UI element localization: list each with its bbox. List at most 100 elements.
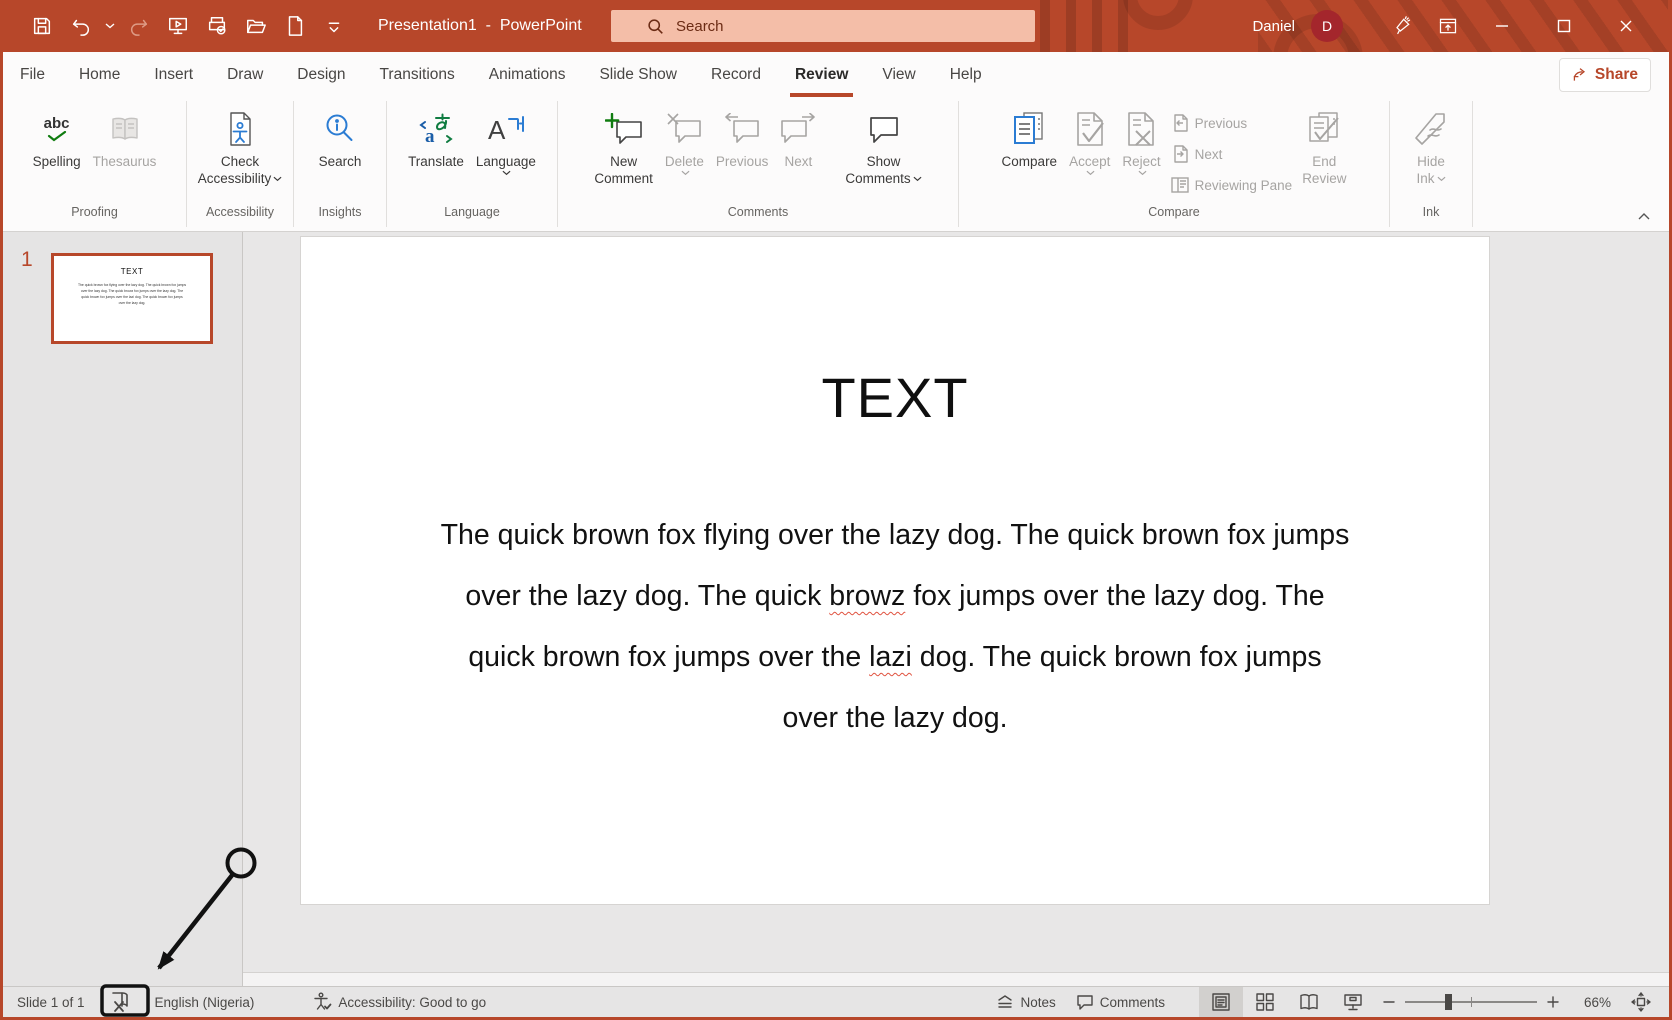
user-name[interactable]: Daniel — [1252, 18, 1295, 35]
slide-sorter-view-button[interactable] — [1243, 987, 1287, 1017]
language-indicator[interactable]: English (Nigeria) — [145, 987, 265, 1017]
reading-view-button[interactable] — [1287, 987, 1331, 1017]
text-run: over the lazy dog. — [119, 301, 146, 305]
open-file-icon[interactable] — [241, 11, 271, 41]
text-run: fox jumps over the lazy dog. The — [905, 580, 1324, 612]
tab-file[interactable]: File — [3, 52, 62, 97]
spell-check-button[interactable] — [95, 987, 145, 1017]
zoom-slider[interactable] — [1405, 1001, 1537, 1003]
language-button[interactable]: A Language — [470, 102, 542, 176]
slide-editing-area: TEXT The quick brown fox flying over the… — [243, 232, 1669, 986]
minimize-button[interactable] — [1471, 0, 1533, 52]
avatar[interactable]: D — [1311, 10, 1343, 42]
spelling-icon: abc — [44, 105, 70, 153]
quick-print-icon[interactable] — [202, 11, 232, 41]
end-review-icon — [1306, 105, 1342, 153]
share-icon — [1572, 67, 1588, 83]
document-title: Presentation1 - PowerPoint — [378, 0, 582, 52]
check-accessibility-icon — [224, 105, 256, 153]
whats-new-icon[interactable] — [1379, 0, 1425, 52]
slide-canvas[interactable]: TEXT The quick brown fox flying over the… — [300, 236, 1490, 905]
zoom-in-icon[interactable] — [1547, 996, 1559, 1008]
share-button[interactable]: Share — [1559, 58, 1651, 92]
new-comment-icon — [605, 105, 643, 153]
new-comment-button[interactable]: New Comment — [588, 102, 659, 187]
zoom-slider-midpoint — [1471, 997, 1472, 1007]
thumbnail-title: TEXT — [54, 267, 210, 276]
group-label-compare: Compare — [959, 205, 1389, 231]
titlebar-right: Daniel D — [1252, 0, 1657, 52]
thesaurus-icon — [109, 105, 141, 153]
normal-view-button[interactable] — [1199, 987, 1243, 1017]
search-placeholder: Search — [676, 18, 724, 35]
paragraph-line: over the lazy dog. — [63, 300, 201, 306]
text-run: quick brown fox jumps over the — [81, 295, 129, 299]
svg-text:a: a — [425, 126, 435, 146]
show-comments-button[interactable]: Show Comments — [839, 102, 927, 187]
slide-body-text[interactable]: The quick brown fox flying over the lazy… — [396, 505, 1394, 749]
smart-search-icon — [324, 105, 356, 153]
zoom-level[interactable]: 66% — [1569, 995, 1611, 1010]
translate-button[interactable]: a Translate — [402, 102, 470, 170]
save-icon[interactable] — [27, 11, 57, 41]
svg-text:A: A — [488, 115, 506, 144]
ribbon-display-options-icon[interactable] — [1425, 0, 1471, 52]
compare-icon — [1012, 105, 1046, 153]
group-label-language: Language — [387, 205, 557, 231]
accessibility-status[interactable]: Accessibility: Good to go — [302, 987, 496, 1017]
tab-help[interactable]: Help — [933, 52, 999, 97]
text-run: over the lazy dog. — [783, 702, 1008, 734]
slide-thumbnail[interactable]: TEXT The quick brown fox flying over the… — [51, 253, 213, 344]
check-accessibility-button[interactable]: Check Accessibility — [192, 102, 289, 187]
tab-view[interactable]: View — [865, 52, 932, 97]
tab-draw[interactable]: Draw — [210, 52, 280, 97]
previous-change-button: Previous — [1167, 110, 1297, 136]
paragraph-line: quick brown fox jumps over the lazi dog.… — [396, 627, 1394, 688]
group-proofing: abc Spelling Thesaurus Proofing — [3, 97, 186, 231]
start-from-beginning-icon[interactable] — [163, 11, 193, 41]
smart-search-button[interactable]: Search — [313, 102, 368, 170]
slide-title[interactable]: TEXT — [301, 365, 1489, 430]
spelling-button[interactable]: abc Spelling — [27, 102, 87, 170]
title-bar: Presentation1 - PowerPoint Search Daniel… — [3, 0, 1669, 52]
undo-dropdown-icon[interactable] — [105, 22, 115, 30]
notes-icon — [996, 994, 1014, 1010]
group-label-accessibility: Accessibility — [187, 205, 293, 231]
compare-button[interactable]: Compare — [996, 102, 1064, 170]
show-comments-icon — [867, 105, 901, 153]
collapse-ribbon-icon[interactable] — [1633, 207, 1655, 225]
tab-home[interactable]: Home — [62, 52, 137, 97]
text-run: over the lazy dog. The quick — [81, 289, 124, 293]
accept-button: Accept — [1063, 102, 1116, 176]
tab-record[interactable]: Record — [694, 52, 778, 97]
search-box[interactable]: Search — [611, 10, 1035, 42]
slide-indicator[interactable]: Slide 1 of 1 — [3, 987, 95, 1017]
notes-button[interactable]: Notes — [986, 987, 1065, 1017]
horizontal-scrollbar[interactable] — [243, 972, 1669, 986]
tab-insert[interactable]: Insert — [137, 52, 210, 97]
tab-transitions[interactable]: Transitions — [363, 52, 472, 97]
undo-icon[interactable] — [66, 11, 96, 41]
tab-review[interactable]: Review — [778, 52, 865, 97]
tab-animations[interactable]: Animations — [472, 52, 583, 97]
close-button[interactable] — [1595, 0, 1657, 52]
hide-ink-button: Hide Ink — [1408, 102, 1454, 187]
text-run: over the lazy dog. The quick — [465, 580, 829, 612]
next-comment-button: Next — [774, 102, 822, 170]
group-label-ink: Ink — [1390, 205, 1472, 231]
reject-icon — [1124, 105, 1158, 153]
fit-slide-to-window-icon[interactable] — [1631, 992, 1651, 1012]
comments-button[interactable]: Comments — [1066, 987, 1175, 1017]
zoom-slider-thumb[interactable] — [1445, 994, 1452, 1010]
hide-ink-icon — [1414, 105, 1448, 153]
thesaurus-button: Thesaurus — [87, 102, 163, 170]
maximize-button[interactable] — [1533, 0, 1595, 52]
zoom-out-icon[interactable] — [1383, 996, 1395, 1008]
tab-slide-show[interactable]: Slide Show — [582, 52, 694, 97]
tab-design[interactable]: Design — [280, 52, 362, 97]
customize-qat-icon[interactable] — [319, 11, 349, 41]
slide-show-button[interactable] — [1331, 987, 1375, 1017]
new-file-icon[interactable] — [280, 11, 310, 41]
language-icon: A — [487, 105, 525, 153]
ribbon: abc Spelling Thesaurus Proofing — [3, 97, 1669, 232]
